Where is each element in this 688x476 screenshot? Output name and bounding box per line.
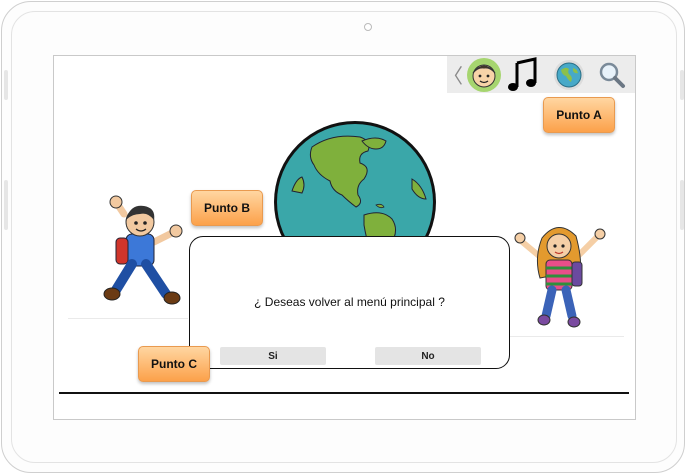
punto-c-button[interactable]: Punto C — [138, 346, 210, 382]
face-icon[interactable] — [465, 57, 503, 92]
search-icon[interactable] — [592, 57, 632, 92]
chevron-left-icon[interactable]: 〈 — [443, 57, 463, 92]
camera-dot — [364, 23, 372, 31]
no-button[interactable]: No — [375, 347, 481, 365]
music-icon[interactable] — [503, 56, 543, 92]
ground-shadow-left — [68, 318, 188, 319]
side-button-right-2 — [680, 180, 684, 230]
punto-a-button[interactable]: Punto A — [543, 97, 615, 133]
jumping-girl-image — [514, 227, 606, 328]
side-button-right — [680, 70, 684, 100]
dialog-message: ¿ Deseas volver al menú principal ? — [254, 295, 445, 309]
toolbar: 〈 — [443, 56, 635, 93]
yes-button[interactable]: Si — [220, 347, 326, 365]
ground-shadow-right — [510, 336, 624, 337]
punto-b-button[interactable]: Punto B — [191, 190, 263, 226]
confirm-dialog: ¿ Deseas volver al menú principal ? Si N… — [189, 236, 510, 369]
app-screen: 〈 Punto A Punto B ¿ Deseas volver al men… — [53, 55, 636, 420]
jumping-boy-image — [103, 195, 183, 305]
side-button-left — [4, 70, 8, 100]
globe-icon[interactable] — [551, 57, 587, 92]
baseline-divider — [59, 392, 629, 394]
side-button-left-2 — [4, 180, 8, 230]
